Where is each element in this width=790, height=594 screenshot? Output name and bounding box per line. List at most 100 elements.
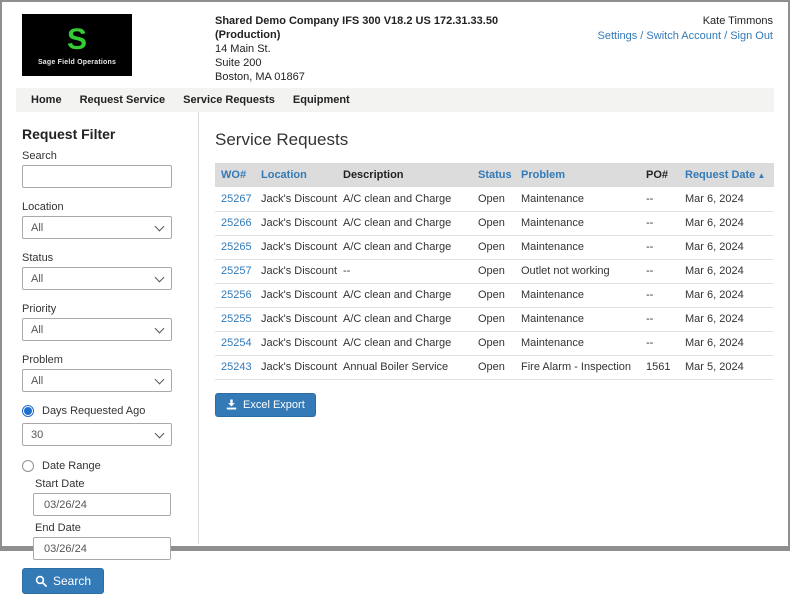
start-date-input[interactable] bbox=[33, 493, 171, 516]
search-input[interactable] bbox=[22, 165, 172, 188]
column-header-status[interactable]: Status bbox=[472, 163, 515, 187]
cell-po: -- bbox=[640, 187, 679, 212]
wo-link[interactable]: 25256 bbox=[221, 289, 252, 301]
cell-problem: Maintenance bbox=[515, 307, 640, 332]
cell-status: Open bbox=[472, 211, 515, 236]
end-date-input[interactable] bbox=[33, 537, 171, 560]
days-requested-radio[interactable] bbox=[22, 405, 34, 417]
column-header-problem[interactable]: Problem bbox=[515, 163, 640, 187]
cell-description: A/C clean and Charge bbox=[337, 307, 472, 332]
days-select-wrap: 30 bbox=[22, 423, 172, 446]
status-select[interactable]: All bbox=[22, 267, 172, 290]
cell-wo: 25265 bbox=[215, 235, 255, 260]
date-range-radio-row: Date Range bbox=[22, 460, 198, 472]
cell-request-date: Mar 6, 2024 bbox=[679, 331, 774, 356]
column-header-location[interactable]: Location bbox=[255, 163, 337, 187]
company-address-suite: Suite 200 bbox=[215, 57, 262, 69]
company-logo: S Sage Field Operations bbox=[22, 14, 132, 76]
cell-status: Open bbox=[472, 259, 515, 284]
days-requested-select[interactable]: 30 bbox=[22, 423, 172, 446]
cell-status: Open bbox=[472, 331, 515, 356]
cell-description: A/C clean and Charge bbox=[337, 283, 472, 308]
wo-link[interactable]: 25243 bbox=[221, 361, 252, 373]
problem-select[interactable]: All bbox=[22, 369, 172, 392]
switch-account-link[interactable]: Switch Account bbox=[646, 30, 721, 42]
search-button[interactable]: Search bbox=[22, 568, 105, 594]
start-date-label: Start Date bbox=[35, 478, 85, 490]
nav-item-request-service[interactable]: Request Service bbox=[71, 94, 175, 106]
priority-select-wrap: All bbox=[22, 318, 172, 341]
search-label: Search bbox=[22, 150, 57, 162]
column-header-po: PO# bbox=[640, 163, 679, 187]
company-info: Shared Demo Company IFS 300 V18.2 US 172… bbox=[215, 14, 498, 84]
cell-request-date: Mar 6, 2024 bbox=[679, 187, 774, 212]
wo-link[interactable]: 25254 bbox=[221, 337, 252, 349]
table-row: 25266 Jack's Discount A/C clean and Charge… bbox=[215, 211, 774, 236]
wo-link[interactable]: 25265 bbox=[221, 241, 252, 253]
user-info: Kate Timmons Settings / Switch Account /… bbox=[598, 14, 774, 44]
service-requests-table: WO# Location Description Status Problem PO# Re… bbox=[215, 163, 774, 380]
days-requested-radio-row: Days Requested Ago bbox=[22, 405, 198, 417]
cell-status: Open bbox=[472, 307, 515, 332]
request-filter-panel: Request Filter Search Location All Statu… bbox=[16, 112, 199, 594]
column-header-request-date[interactable]: Request Date ▲ bbox=[679, 163, 774, 187]
cell-po: 1561 bbox=[640, 355, 679, 380]
date-range-radio[interactable] bbox=[22, 460, 34, 472]
link-separator: / bbox=[721, 30, 731, 42]
page-header: S Sage Field Operations Shared Demo Comp… bbox=[2, 2, 788, 88]
cell-status: Open bbox=[472, 187, 515, 212]
cell-po: -- bbox=[640, 283, 679, 308]
settings-link[interactable]: Settings bbox=[598, 30, 638, 42]
excel-export-button[interactable]: Excel Export bbox=[215, 392, 316, 417]
sign-out-link[interactable]: Sign Out bbox=[730, 30, 773, 42]
excel-export-label: Excel Export bbox=[243, 398, 305, 411]
nav-item-home[interactable]: Home bbox=[22, 94, 71, 106]
nav-item-equipment[interactable]: Equipment bbox=[284, 94, 359, 106]
service-requests-section: Service Requests WO# Location Description S… bbox=[199, 112, 774, 544]
priority-label: Priority bbox=[22, 303, 57, 315]
nav-item-service-requests[interactable]: Service Requests bbox=[174, 94, 284, 106]
cell-wo: 25255 bbox=[215, 307, 255, 332]
cell-location: Jack's Discount bbox=[255, 283, 337, 308]
wo-link[interactable]: 25267 bbox=[221, 193, 252, 205]
column-header-description: Description bbox=[337, 163, 472, 187]
cell-location: Jack's Discount bbox=[255, 235, 337, 260]
cell-location: Jack's Discount bbox=[255, 259, 337, 284]
end-date-label: End Date bbox=[35, 522, 81, 534]
cell-description: A/C clean and Charge bbox=[337, 331, 472, 356]
logo-caption: Sage Field Operations bbox=[37, 58, 117, 66]
cell-description: A/C clean and Charge bbox=[337, 187, 472, 212]
status-select-wrap: All bbox=[22, 267, 172, 290]
cell-wo: 25266 bbox=[215, 211, 255, 236]
cell-problem: Fire Alarm - Inspection bbox=[515, 355, 640, 380]
cell-location: Jack's Discount bbox=[255, 211, 337, 236]
column-header-wo[interactable]: WO# bbox=[215, 163, 255, 187]
cell-request-date: Mar 6, 2024 bbox=[679, 211, 774, 236]
content-area: Request Filter Search Location All Statu… bbox=[16, 112, 774, 594]
status-label: Status bbox=[22, 252, 54, 264]
priority-select[interactable]: All bbox=[22, 318, 172, 341]
wo-link[interactable]: 25266 bbox=[221, 217, 252, 229]
cell-problem: Maintenance bbox=[515, 331, 640, 356]
cell-wo: 25256 bbox=[215, 283, 255, 308]
cell-problem: Maintenance bbox=[515, 283, 640, 308]
table-header-row: WO# Location Description Status Problem PO# Re… bbox=[215, 163, 774, 187]
company-address-street: 14 Main St. bbox=[215, 43, 271, 55]
table-row: 25243 Jack's Discount Annual Boiler Servic… bbox=[215, 355, 774, 380]
days-requested-label: Days Requested Ago bbox=[42, 405, 146, 417]
sort-ascending-icon: ▲ bbox=[755, 171, 766, 180]
cell-status: Open bbox=[472, 283, 515, 308]
service-requests-table-body: 25267 Jack's Discount A/C clean and Charge… bbox=[215, 187, 774, 380]
cell-problem: Outlet not working bbox=[515, 259, 640, 284]
wo-link[interactable]: 25257 bbox=[221, 265, 252, 277]
wo-link[interactable]: 25255 bbox=[221, 313, 252, 325]
table-row: 25267 Jack's Discount A/C clean and Charge… bbox=[215, 187, 774, 212]
cell-location: Jack's Discount bbox=[255, 331, 337, 356]
company-environment: (Production) bbox=[215, 29, 281, 41]
cell-request-date: Mar 5, 2024 bbox=[679, 355, 774, 380]
location-select[interactable]: All bbox=[22, 216, 172, 239]
table-row: 25265 Jack's Discount A/C clean and Charge… bbox=[215, 235, 774, 260]
cell-description: A/C clean and Charge bbox=[337, 235, 472, 260]
location-label: Location bbox=[22, 201, 64, 213]
cell-po: -- bbox=[640, 235, 679, 260]
